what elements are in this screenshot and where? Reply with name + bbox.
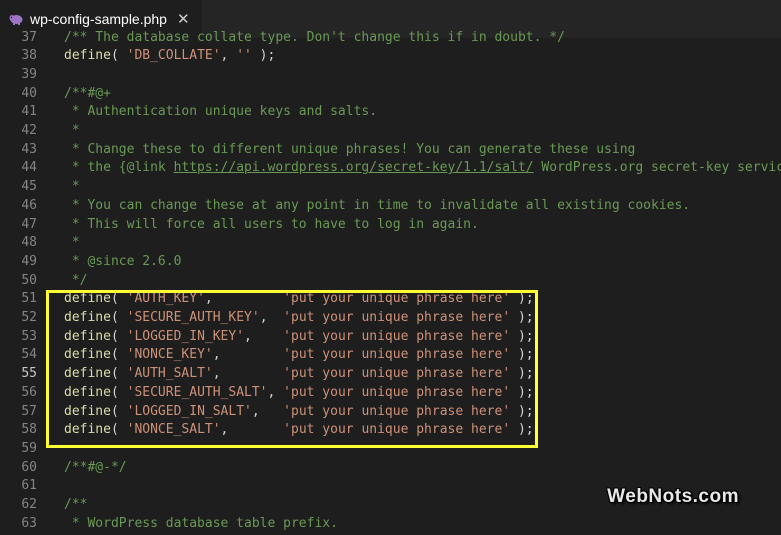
code-text: * the {@link https://api.wordpress.org/s… [64,160,781,176]
code-line[interactable]: 59 [0,440,781,459]
code-text: define( 'LOGGED_IN_SALT', 'put your uniq… [64,403,534,419]
code-text: define( 'AUTH_SALT', 'put your unique ph… [64,366,534,382]
code-text: define( 'SECURE_AUTH_KEY', 'put your uni… [64,310,534,325]
code-line[interactable]: 50 */ [0,272,781,291]
code-text: * WordPress database table prefix. [64,515,338,531]
code-line[interactable]: 51 define( 'AUTH_KEY', 'put your unique p… [0,290,781,309]
line-number: 60 [21,459,37,475]
php-elephant-icon [9,15,23,25]
code-text: * Change these to different unique phras… [64,141,636,157]
line-number: 45 [21,179,37,195]
line-number: 38 [21,48,37,64]
code-line[interactable]: 56 define( 'SECURE_AUTH_SALT', 'put your … [0,384,781,403]
code-line[interactable]: 57 define( 'LOGGED_IN_SALT', 'put your un… [0,403,781,422]
line-number: 52 [21,310,37,325]
code-line[interactable]: 46 * You can change these at any point i… [0,197,781,216]
code-line[interactable]: 58 define( 'NONCE_SALT', 'put your unique… [0,421,781,440]
line-number: 43 [21,141,37,157]
code-line[interactable]: 39 [0,66,781,85]
code-text: define( 'SECURE_AUTH_SALT', 'put your un… [64,384,534,400]
line-number: 44 [21,160,37,176]
line-number: 59 [21,440,37,456]
close-icon[interactable]: ✕ [177,10,190,28]
line-number: 56 [21,384,37,400]
code-text: /**#@+ [64,85,111,101]
code-text: * You can change these at any point in t… [64,197,691,213]
code-text: define( 'NONCE_KEY', 'put your unique ph… [64,347,534,363]
line-number: 47 [21,216,37,232]
line-number: 46 [21,197,37,213]
line-number: 51 [21,291,37,307]
code-line[interactable]: 53 define( 'LOGGED_IN_KEY', 'put your uni… [0,328,781,347]
line-number: 40 [21,85,37,101]
line-number: 53 [21,328,37,344]
line-number: 61 [21,478,37,494]
code-line[interactable]: 41 * Authentication unique keys and salt… [0,103,781,122]
line-number: 62 [21,497,37,512]
code-line[interactable]: 55 define( 'AUTH_SALT', 'put your unique … [0,365,781,384]
line-number: 37 [21,29,37,45]
line-number: 42 [21,123,37,138]
line-number: 48 [21,235,37,251]
code-text: define( 'LOGGED_IN_KEY', 'put your uniqu… [64,328,534,344]
line-number: 58 [21,422,37,438]
code-line[interactable]: 44 * the {@link https://api.wordpress.or… [0,159,781,178]
line-number: 57 [21,403,37,419]
line-number: 63 [21,515,37,531]
line-number: 55 [21,366,37,382]
code-text: * [64,179,80,195]
line-number: 39 [21,66,37,82]
line-number: 54 [21,347,37,363]
code-text: define( 'AUTH_KEY', 'put your unique phr… [64,291,534,307]
code-line[interactable]: 45 * [0,178,781,197]
code-text: /**#@-*/ [64,459,127,475]
code-text: /** [64,497,88,512]
code-line[interactable]: 37 /** The database collate type. Don't c… [0,29,781,47]
code-text: * [64,235,80,251]
code-editor[interactable]: 37 /** The database collate type. Don't c… [0,29,781,535]
code-text: * This will force all users to have to l… [64,216,479,232]
watermark-logo: WebNots.com [607,486,739,507]
editor-window: wp-config-sample.php ✕ 37 /** The databas… [0,0,781,535]
code-line[interactable]: 38 define( 'DB_COLLATE', '' ); [0,47,781,66]
line-number: 50 [21,272,37,288]
code-text: define( 'NONCE_SALT', 'put your unique p… [64,422,534,438]
code-text: */ [64,272,88,288]
code-line[interactable]: 63 * WordPress database table prefix. [0,515,781,534]
code-line[interactable]: 42 * [0,122,781,141]
tab-title: wp-config-sample.php [30,11,167,27]
code-line[interactable]: 49 * @since 2.6.0 [0,253,781,272]
code-line[interactable]: 52 define( 'SECURE_AUTH_KEY', 'put your u… [0,309,781,328]
code-text: define( 'DB_COLLATE', '' ); [64,48,276,64]
code-line[interactable]: 43 * Change these to different unique ph… [0,141,781,160]
line-number: 49 [21,253,37,269]
code-line[interactable]: 48 * [0,234,781,253]
code-line[interactable]: 60 /**#@-*/ [0,459,781,478]
line-number: 41 [21,104,37,120]
code-line[interactable]: 47 * This will force all users to have t… [0,216,781,235]
code-line[interactable]: 40 /**#@+ [0,85,781,104]
code-text: * @since 2.6.0 [64,253,182,269]
code-line[interactable]: 54 define( 'NONCE_KEY', 'put your unique … [0,346,781,365]
code-text: * Authentication unique keys and salts. [64,104,378,120]
code-text: /** The database collate type. Don't cha… [64,29,565,45]
code-text: * [64,123,80,138]
